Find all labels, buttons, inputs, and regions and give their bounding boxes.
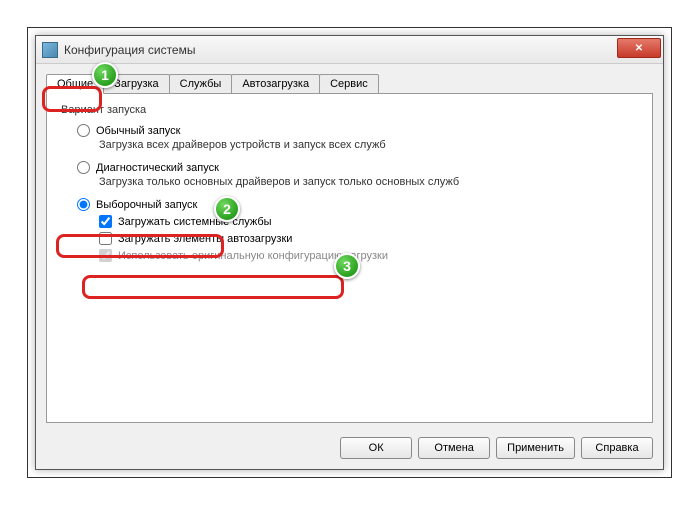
tab-services[interactable]: Службы [169, 74, 233, 94]
radio-selective-label: Выборочный запуск [96, 199, 197, 211]
radio-diagnostic-input[interactable] [77, 161, 90, 174]
radio-diagnostic-desc: Загрузка только основных драйверов и зап… [99, 176, 638, 188]
window-title: Конфигурация системы [64, 43, 195, 57]
app-icon [42, 42, 58, 58]
tab-boot[interactable]: Загрузка [103, 74, 169, 94]
radio-diagnostic-label: Диагностический запуск [96, 162, 219, 174]
checkbox-use-original-input [99, 249, 112, 262]
radio-normal-input[interactable] [77, 124, 90, 137]
checkbox-load-startup-label: Загружать элементы автозагрузки [118, 233, 292, 245]
checkbox-load-startup-input[interactable] [99, 232, 112, 245]
help-button[interactable]: Справка [581, 437, 653, 459]
tab-strip: Общие Загрузка Службы Автозагрузка Серви… [46, 72, 653, 94]
checkbox-load-services-input[interactable] [99, 215, 112, 228]
ok-button[interactable]: ОК [340, 437, 412, 459]
close-icon: ✕ [635, 43, 643, 54]
close-button[interactable]: ✕ [617, 38, 661, 58]
checkbox-use-original-label: Использовать оригинальную конфигурацию з… [118, 250, 388, 262]
apply-button[interactable]: Применить [496, 437, 575, 459]
msconfig-window: Конфигурация системы ✕ Общие Загрузка Сл… [35, 35, 664, 470]
dialog-buttons: ОК Отмена Применить Справка [340, 437, 653, 459]
radio-selective-startup[interactable]: Выборочный запуск [77, 198, 638, 211]
startup-selection-label: Вариант запуска [61, 104, 638, 116]
radio-selective-input[interactable] [77, 198, 90, 211]
checkbox-load-startup-items[interactable]: Загружать элементы автозагрузки [99, 232, 638, 245]
tab-panel-general: Вариант запуска Обычный запуск Загрузка … [46, 93, 653, 423]
radio-normal-desc: Загрузка всех драйверов устройств и запу… [99, 139, 638, 151]
window-content: Общие Загрузка Службы Автозагрузка Серви… [36, 64, 663, 469]
tab-startup[interactable]: Автозагрузка [231, 74, 320, 94]
tab-tools[interactable]: Сервис [319, 74, 379, 94]
cancel-button[interactable]: Отмена [418, 437, 490, 459]
radio-normal-startup[interactable]: Обычный запуск [77, 124, 638, 137]
radio-diagnostic-startup[interactable]: Диагностический запуск [77, 161, 638, 174]
screenshot-frame: Конфигурация системы ✕ Общие Загрузка Сл… [27, 27, 672, 478]
checkbox-load-services-label: Загружать системные службы [118, 216, 272, 228]
tab-general[interactable]: Общие [46, 74, 104, 94]
checkbox-load-services[interactable]: Загружать системные службы [99, 215, 638, 228]
checkbox-use-original-boot: Использовать оригинальную конфигурацию з… [99, 249, 638, 262]
titlebar: Конфигурация системы ✕ [36, 36, 663, 64]
radio-normal-label: Обычный запуск [96, 125, 180, 137]
